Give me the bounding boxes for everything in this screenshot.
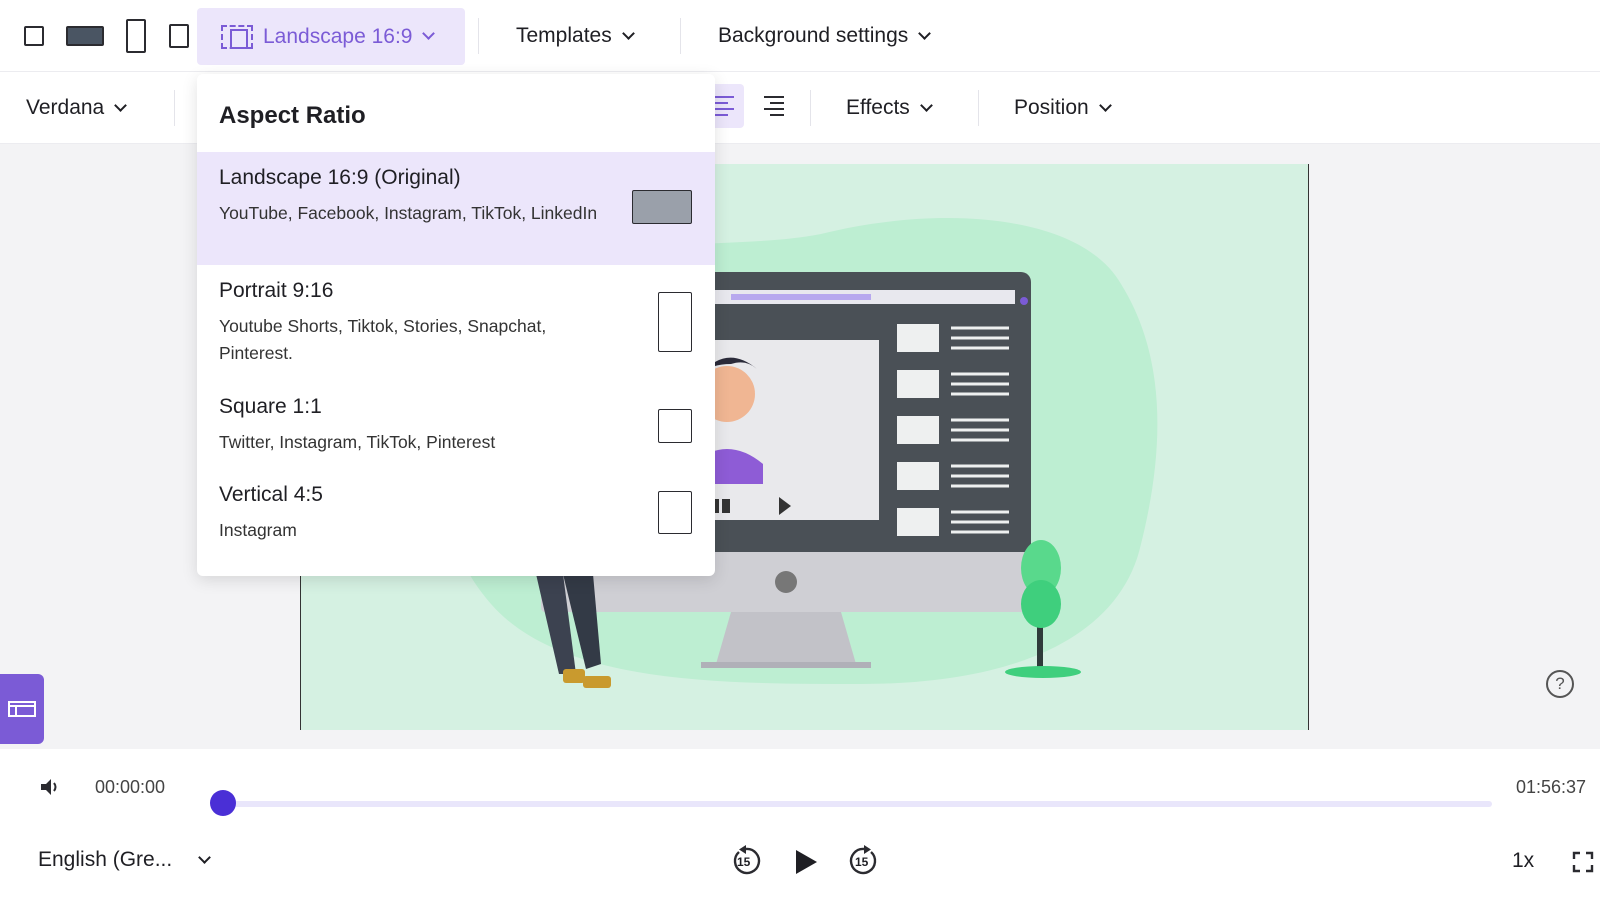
play-button[interactable] — [793, 848, 819, 876]
portrait-ratio-icon[interactable] — [126, 19, 146, 53]
aspect-ratio-button[interactable]: Landscape 16:9 — [197, 8, 465, 65]
templates-menu[interactable]: Templates — [516, 18, 635, 54]
media-panel-icon — [8, 701, 36, 717]
aspect-option-landscape[interactable]: Landscape 16:9 (Original) YouTube, Faceb… — [197, 152, 715, 265]
current-time: 00:00:00 — [95, 777, 166, 797]
divider — [680, 18, 681, 54]
option-description: Twitter, Instagram, TikTok, Pinterest — [219, 432, 496, 452]
forward-15-button[interactable]: 15 — [848, 845, 880, 877]
portrait-shape-icon — [658, 292, 692, 352]
forward-seconds: 15 — [855, 855, 869, 869]
font-selector[interactable]: Verdana — [26, 90, 128, 126]
progress-track[interactable] — [222, 801, 1492, 807]
chevron-down-icon — [114, 98, 128, 112]
help-button[interactable]: ? — [1546, 670, 1574, 698]
templates-label: Templates — [516, 24, 612, 47]
landscape-shape-icon — [632, 190, 692, 224]
option-name: Square 1:1 — [219, 395, 322, 418]
position-menu[interactable]: Position — [1014, 90, 1112, 126]
background-settings-label: Background settings — [718, 24, 909, 47]
chevron-down-icon — [621, 26, 635, 40]
top-toolbar: Landscape 16:9 Templates Background sett… — [0, 0, 1600, 72]
square-shape-icon — [658, 409, 692, 443]
aspect-ratio-label: Landscape 16:9 — [263, 24, 413, 48]
aspect-option-square[interactable]: Square 1:1 Twitter, Instagram, TikTok, P… — [197, 381, 715, 469]
font-label: Verdana — [26, 96, 105, 119]
aspect-ratio-icon — [221, 24, 253, 49]
aspect-option-vertical[interactable]: Vertical 4:5 Instagram — [197, 469, 715, 569]
language-label: English (Gre... — [38, 848, 173, 871]
player-controls: 00:00:00 01:56:37 — [0, 749, 1600, 904]
dropdown-title: Aspect Ratio — [219, 102, 366, 129]
chevron-down-icon — [1098, 98, 1112, 112]
chevron-down-icon — [919, 98, 933, 112]
option-name: Vertical 4:5 — [219, 483, 323, 506]
divider — [174, 90, 175, 126]
aspect-ratio-dropdown: Aspect Ratio Landscape 16:9 (Original) Y… — [197, 74, 715, 576]
side-panel-tab[interactable] — [0, 674, 44, 744]
progress-thumb[interactable] — [210, 790, 236, 816]
language-selector[interactable]: English (Gre... — [38, 848, 212, 872]
divider — [978, 90, 979, 126]
divider — [478, 18, 479, 54]
background-settings-menu[interactable]: Background settings — [718, 18, 932, 54]
option-description: YouTube, Facebook, Instagram, TikTok, Li… — [219, 203, 598, 223]
align-right-button[interactable] — [754, 84, 794, 128]
fullscreen-icon[interactable] — [1572, 851, 1594, 873]
chevron-down-icon — [198, 850, 212, 864]
landscape-ratio-icon[interactable] — [66, 26, 104, 46]
rewind-seconds: 15 — [737, 855, 751, 869]
option-name: Portrait 9:16 — [219, 279, 334, 302]
option-name: Landscape 16:9 (Original) — [219, 166, 461, 189]
rewind-15-button[interactable]: 15 — [730, 845, 762, 877]
vertical-ratio-icon[interactable] — [169, 24, 189, 48]
effects-label: Effects — [846, 96, 910, 119]
effects-menu[interactable]: Effects — [846, 90, 933, 126]
volume-icon[interactable] — [38, 775, 62, 799]
option-description: Instagram — [219, 520, 297, 540]
square-ratio-icon[interactable] — [24, 26, 44, 46]
help-icon: ? — [1555, 674, 1565, 693]
divider — [810, 90, 811, 126]
chevron-down-icon — [918, 26, 932, 40]
position-label: Position — [1014, 96, 1089, 119]
aspect-option-portrait[interactable]: Portrait 9:16 Youtube Shorts, Tiktok, St… — [197, 265, 715, 381]
playback-speed[interactable]: 1x — [1512, 849, 1534, 873]
chevron-down-icon — [422, 27, 436, 40]
vertical-shape-icon — [658, 491, 692, 534]
option-description: Youtube Shorts, Tiktok, Stories, Snapcha… — [219, 316, 547, 363]
total-time: 01:56:37 — [1516, 777, 1587, 797]
